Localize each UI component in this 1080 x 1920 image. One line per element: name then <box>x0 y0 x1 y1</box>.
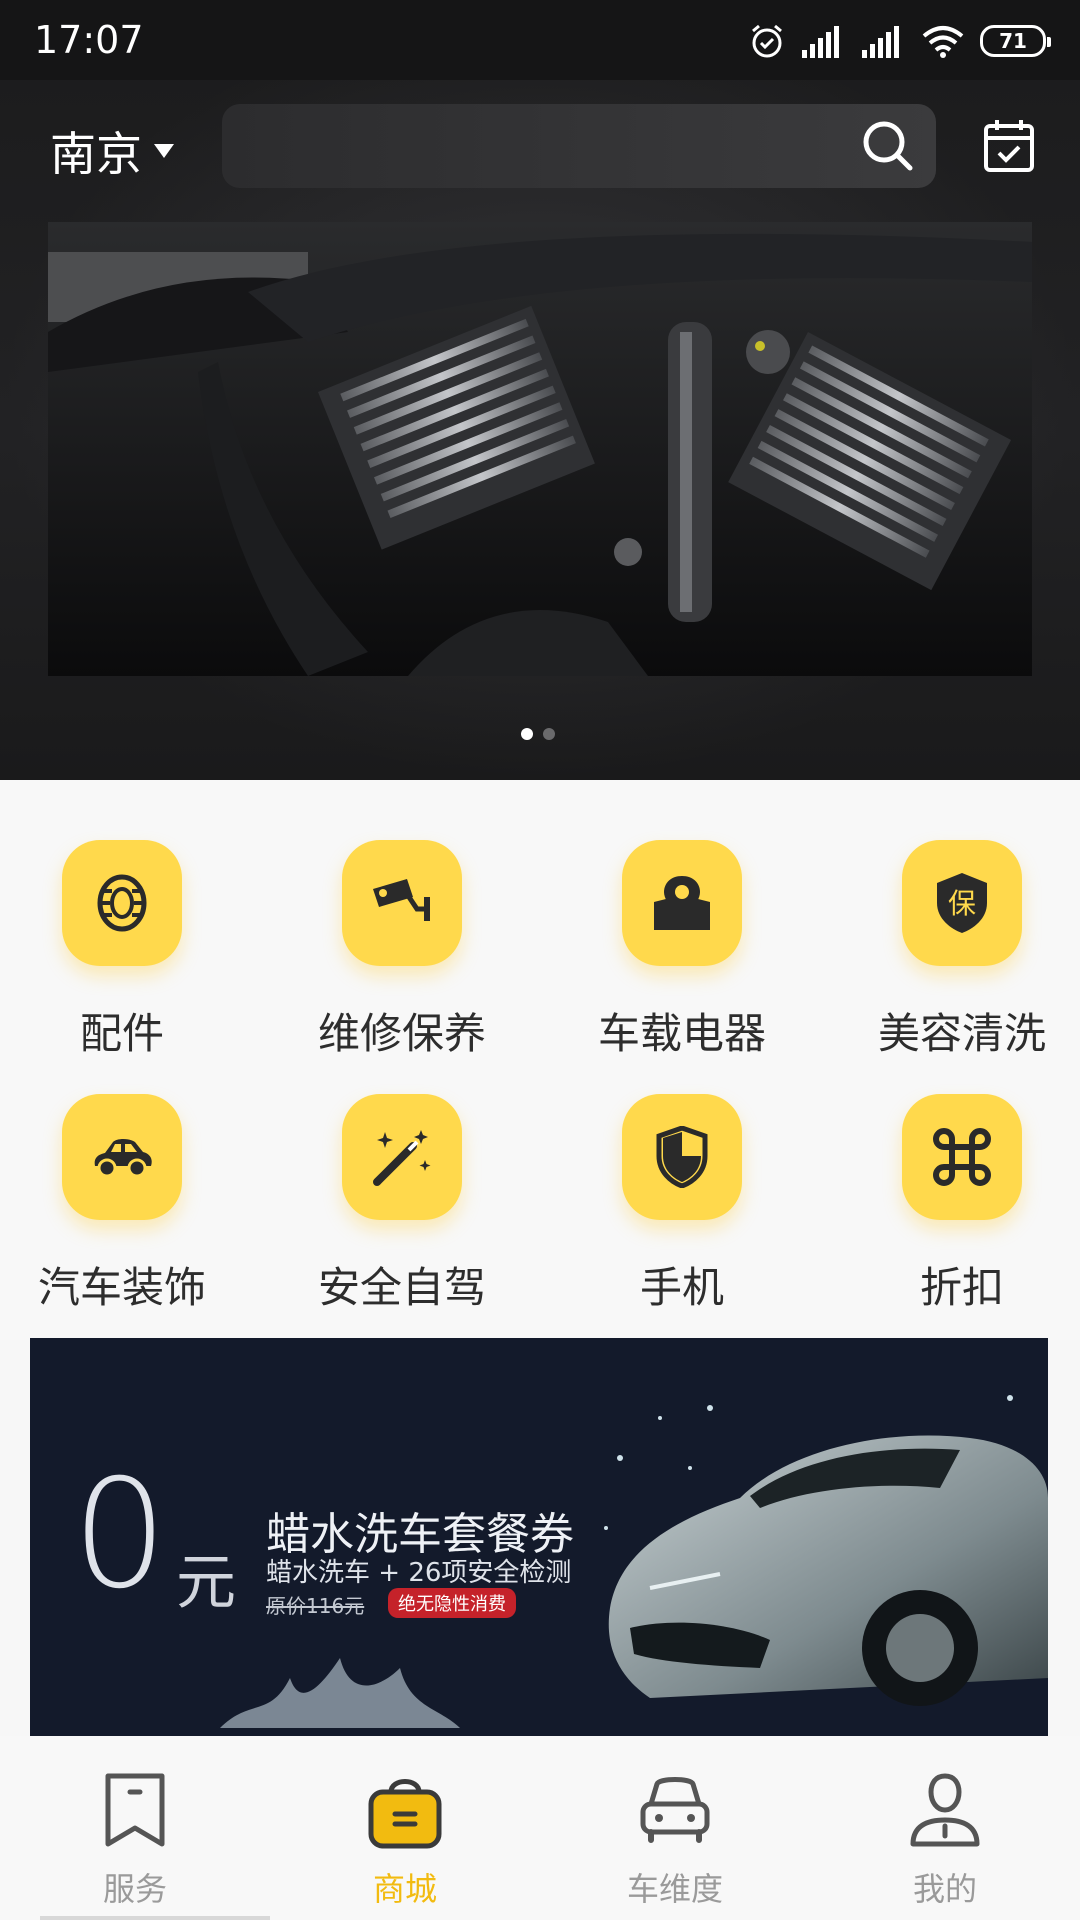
nav-tab-mall[interactable]: 商城 <box>270 1736 540 1920</box>
bottom-nav: 服务 商城 车维度 我的 <box>0 1736 1080 1920</box>
svg-text:保: 保 <box>948 887 976 920</box>
promo-original-price: 原价116元 <box>266 1594 365 1618</box>
tire-icon <box>62 840 182 966</box>
status-icons: 71 <box>748 20 1051 62</box>
promo-subtitle: 蜡水洗车 + 26项安全检测 <box>266 1558 572 1588</box>
caret-down-icon <box>154 144 174 158</box>
nav-label: 服务 <box>102 1870 167 1908</box>
signal-icon <box>802 26 839 58</box>
person-icon <box>910 1773 980 1847</box>
bookmark-icon <box>105 1773 165 1847</box>
category-decoration[interactable]: 汽车装饰 <box>2 1094 242 1315</box>
nav-label: 商城 <box>372 1870 437 1908</box>
magic-wand-icon <box>342 1094 462 1220</box>
category-phone[interactable]: 手机 <box>562 1094 802 1315</box>
nav-tab-service[interactable]: 服务 <box>0 1736 270 1920</box>
pagination-dot[interactable] <box>543 728 555 740</box>
promo-badge: 绝无隐性消费 <box>388 1588 516 1618</box>
city-selector[interactable]: 南京 <box>50 118 174 184</box>
category-beauty-wash[interactable]: 保 美容清洗 <box>842 840 1080 1061</box>
category-label: 车载电器 <box>597 1009 766 1058</box>
banner-pagination <box>521 728 555 740</box>
category-discount[interactable]: 折扣 <box>842 1094 1080 1315</box>
car-icon <box>62 1094 182 1220</box>
shield-bao-icon: 保 <box>902 840 1022 966</box>
city-label: 南京 <box>50 127 142 181</box>
shield-icon <box>622 1094 742 1220</box>
calendar-check-icon[interactable] <box>982 118 1036 174</box>
nav-label: 我的 <box>912 1870 977 1908</box>
motorcycle-engine-image <box>48 222 1032 676</box>
map-pin-icon <box>622 840 742 966</box>
promo-price-zero: 0 <box>72 1448 168 1622</box>
nav-label: 车维度 <box>626 1870 723 1908</box>
promo-banner[interactable]: 0 元 蜡水洗车套餐券 蜡水洗车 + 26项安全检测 原价116元 绝无隐性消费 <box>30 1338 1048 1736</box>
category-electronics[interactable]: 车载电器 <box>562 840 802 1061</box>
battery-indicator: 71 <box>980 25 1051 57</box>
nav-tab-car[interactable]: 车维度 <box>540 1736 810 1920</box>
car-front-icon <box>640 1777 710 1843</box>
hero-banner[interactable] <box>48 222 1032 676</box>
home-indicator <box>40 1916 270 1920</box>
search-icon[interactable] <box>860 118 916 174</box>
category-label: 汽车装饰 <box>37 1263 206 1312</box>
search-input[interactable] <box>222 104 936 188</box>
status-time: 17:07 <box>34 18 144 62</box>
category-label: 配件 <box>79 1009 164 1058</box>
sports-car-image <box>604 1395 1048 1706</box>
category-label: 维修保养 <box>317 1009 486 1058</box>
category-repair[interactable]: 维修保养 <box>282 840 522 1061</box>
water-splash-image <box>220 1658 460 1728</box>
battery-level: 71 <box>999 29 1027 53</box>
category-grid: 配件 维修保养 车载电器 保 美容清洗 汽车装饰 安全自驾 手机 折扣 <box>0 780 1080 1340</box>
shopping-bag-icon <box>368 1779 442 1849</box>
signal-icon-2 <box>862 26 899 58</box>
category-label: 手机 <box>639 1263 724 1312</box>
pagination-dot-active[interactable] <box>521 728 533 740</box>
promo-currency: 元 <box>176 1548 236 1618</box>
category-parts[interactable]: 配件 <box>2 840 242 1061</box>
category-label: 安全自驾 <box>317 1263 486 1312</box>
camera-icon <box>342 840 462 966</box>
wifi-icon <box>922 26 964 58</box>
category-safe-driving[interactable]: 安全自驾 <box>282 1094 522 1315</box>
alarm-icon <box>752 24 782 58</box>
status-bar: 17:07 71 <box>0 0 1080 80</box>
command-icon <box>902 1094 1022 1220</box>
header-area: 17:07 71 南京 <box>0 0 1080 780</box>
category-label: 折扣 <box>919 1263 1004 1312</box>
nav-tab-mine[interactable]: 我的 <box>810 1736 1080 1920</box>
category-label: 美容清洗 <box>877 1009 1046 1058</box>
